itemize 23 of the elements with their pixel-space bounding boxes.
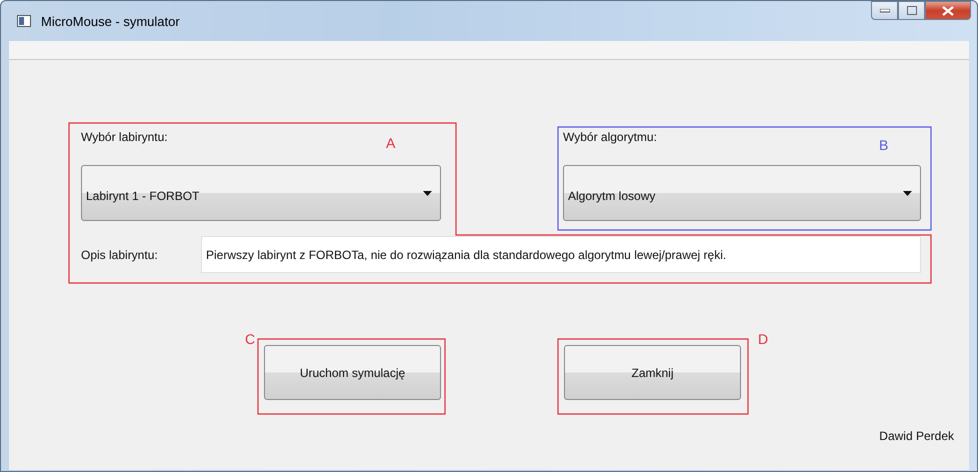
maze-dropdown[interactable]: Labirynt 1 - FORBOT	[81, 165, 441, 221]
algorithm-label: Wybór algorytmu:	[563, 130, 657, 145]
window-title: MicroMouse - symulator	[41, 14, 180, 28]
annotation-label: A	[386, 135, 396, 151]
minimize-icon	[880, 8, 890, 12]
app-icon	[17, 15, 31, 27]
maximize-button[interactable]	[898, 1, 925, 20]
dropdown-arrow-icon	[903, 190, 912, 196]
close-icon	[942, 6, 954, 16]
algorithm-dropdown[interactable]: Algorytm losowy	[563, 165, 921, 221]
annotation-label: D	[758, 331, 768, 347]
annotation-label: B	[879, 137, 888, 153]
maximize-icon	[906, 6, 916, 15]
minimize-button[interactable]	[871, 1, 898, 20]
dropdown-arrow-icon	[423, 190, 432, 196]
push-button[interactable]: Uruchom symulację	[264, 345, 441, 400]
annotation-label: C	[245, 331, 256, 347]
description-label: Opis labiryntu:	[81, 248, 159, 262]
description-field[interactable]: Pierwszy labirynt z FORBOTa, nie do rozwiązania dla standardowego algorytmu lewej/prawej ręki.	[201, 236, 921, 273]
maze-label: Wybór labiryntu:	[81, 130, 168, 145]
close-button[interactable]	[925, 1, 971, 20]
author-name: Dawid Perdek	[879, 429, 954, 443]
push-button[interactable]: Zamknij	[564, 345, 741, 400]
